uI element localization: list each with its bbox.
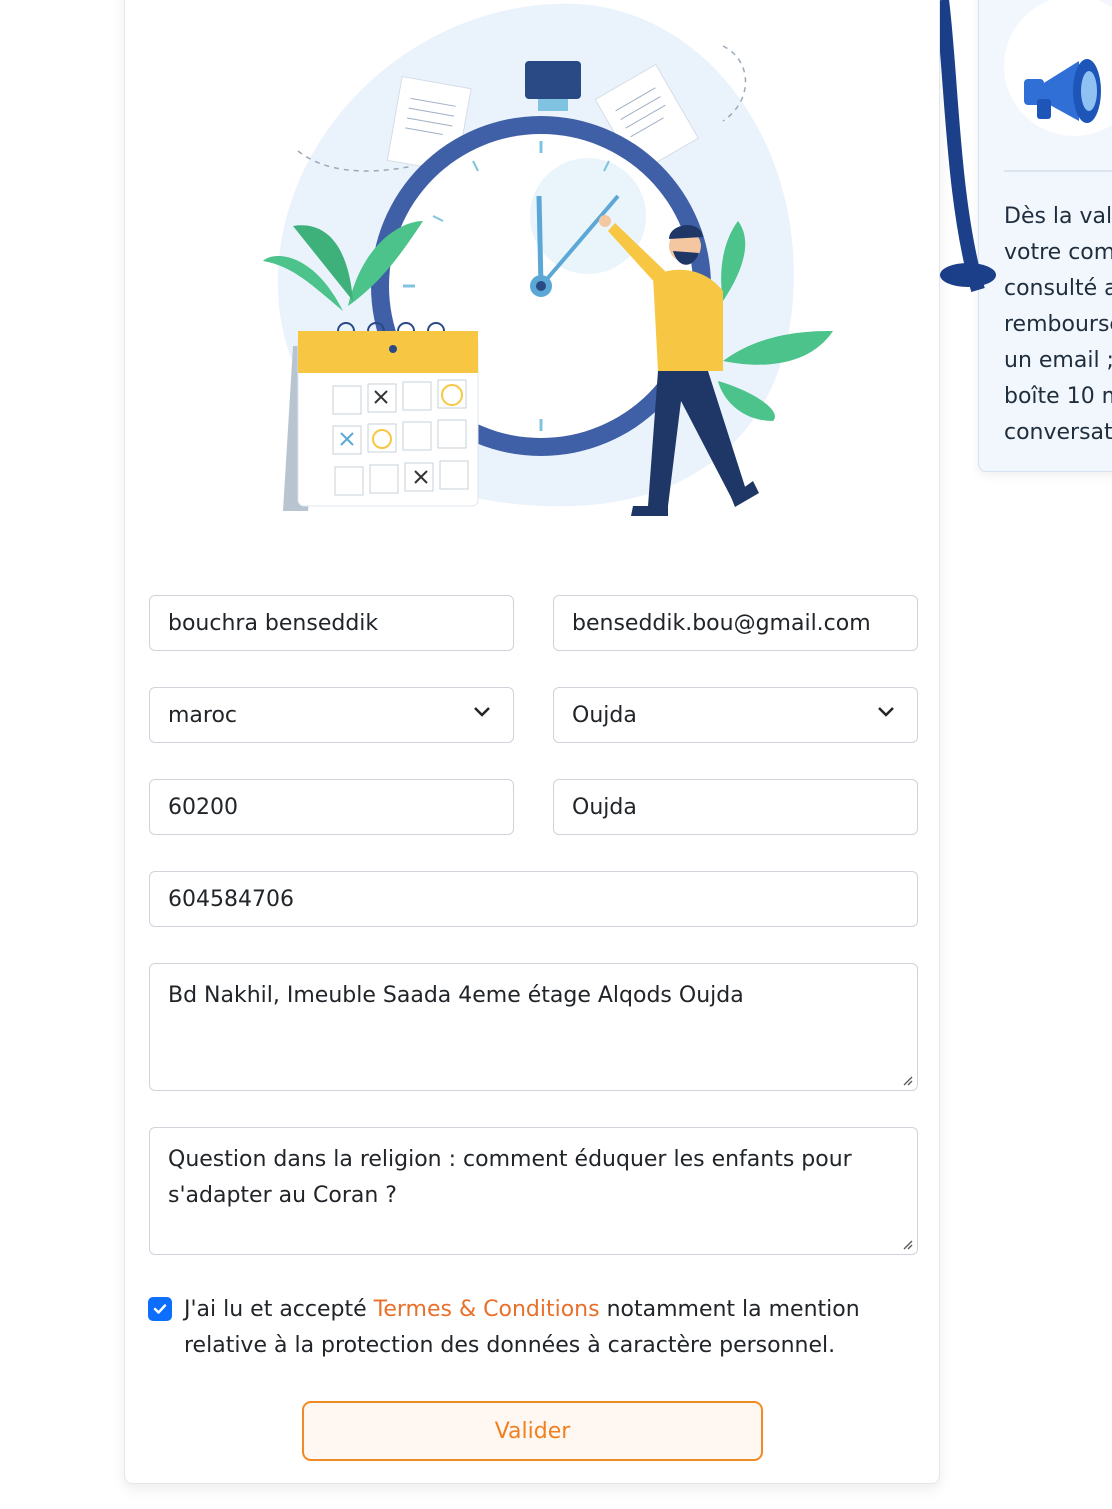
question-line: Question dans la religion : comment éduq… — [168, 1147, 852, 1172]
address-textarea[interactable]: Bd Nakhil, Imeuble Saada 4eme étage Alqo… — [149, 963, 918, 1091]
resize-handle-icon[interactable] — [901, 1238, 913, 1250]
resize-handle-icon[interactable] — [901, 1074, 913, 1086]
region-select-value: Oujda — [572, 702, 637, 728]
address-value: Bd Nakhil, Imeuble Saada 4eme étage Alqo… — [168, 983, 744, 1008]
terms-checkbox[interactable] — [148, 1297, 172, 1321]
terms-conditions-link[interactable]: Termes & Conditions — [374, 1297, 600, 1322]
side-line: un email ; — [1004, 348, 1112, 373]
postal-code-value: 60200 — [168, 794, 238, 820]
email-input-value: benseddik.bou@gmail.com — [572, 610, 871, 636]
side-line: Dès la vali — [1004, 204, 1112, 229]
background-decoration — [938, 0, 996, 292]
region-select[interactable]: Oujda — [553, 687, 918, 743]
side-line: rembourse — [1004, 312, 1112, 337]
side-line: boîte 10 m — [1004, 384, 1112, 409]
info-side-card: Dès la vali votre com consulté a rembour… — [978, 0, 1112, 472]
country-select[interactable]: maroc — [149, 687, 514, 743]
terms-suffix: notamment la mention — [599, 1297, 860, 1322]
question-line: s'adapter au Coran ? — [168, 1183, 397, 1208]
city-input-value: Oujda — [572, 794, 637, 820]
country-select-value: maroc — [168, 702, 238, 728]
phone-input[interactable]: 604584706 — [149, 871, 918, 927]
terms-label: J'ai lu et accepté Termes & Conditions n… — [184, 1292, 884, 1364]
megaphone-icon — [1004, 0, 1112, 172]
chevron-down-icon — [474, 707, 490, 717]
clock-calendar-illustration — [263, 3, 833, 516]
phone-input-value: 604584706 — [168, 886, 294, 912]
check-icon — [153, 1304, 167, 1314]
contact-form-card: bouchra benseddik benseddik.bou@gmail.co… — [124, 0, 940, 1484]
terms-line2: relative à la protection des données à c… — [184, 1333, 836, 1358]
side-line: conversati — [1004, 420, 1112, 445]
side-line: votre com — [1004, 240, 1112, 265]
city-input[interactable]: Oujda — [553, 779, 918, 835]
side-line: consulté a — [1004, 276, 1112, 301]
name-input-value: bouchra benseddik — [168, 610, 379, 636]
postal-code-input[interactable]: 60200 — [149, 779, 514, 835]
email-input[interactable]: benseddik.bou@gmail.com — [553, 595, 918, 651]
terms-prefix: J'ai lu et accepté — [184, 1297, 374, 1322]
chevron-down-icon — [878, 707, 894, 717]
question-textarea[interactable]: Question dans la religion : comment éduq… — [149, 1127, 918, 1255]
side-panel-text: Dès la vali votre com consulté a rembour… — [1004, 199, 1112, 451]
name-input[interactable]: bouchra benseddik — [149, 595, 514, 651]
submit-button[interactable]: Valider — [302, 1401, 763, 1461]
